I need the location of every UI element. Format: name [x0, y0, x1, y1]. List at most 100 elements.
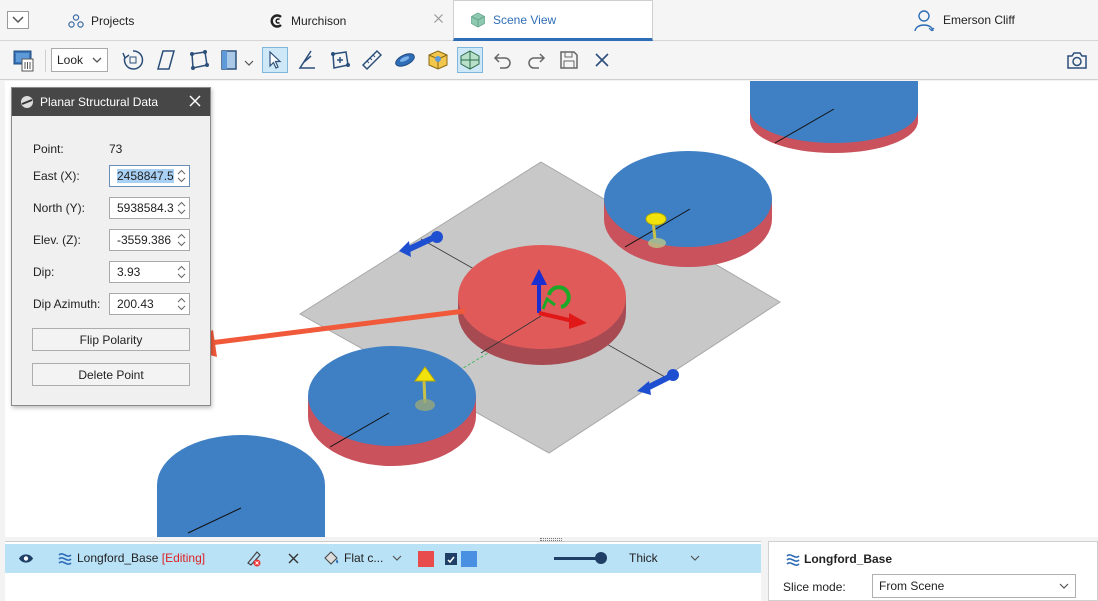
color-swatch-red[interactable]	[418, 551, 434, 567]
line-thickness-value: Thick	[629, 551, 658, 565]
close-icon[interactable]	[188, 94, 202, 108]
delete-point-button[interactable]: Delete Point	[32, 363, 190, 386]
elev-field[interactable]: -3559.386	[109, 229, 190, 251]
object-row[interactable]: Longford_Base [Editing] Flat c... Thick	[5, 544, 761, 573]
redo-icon	[528, 53, 546, 69]
look-dropdown-value: Look	[57, 53, 84, 67]
structural-disc[interactable]	[157, 435, 325, 537]
tab-list-dropdown-button[interactable]	[7, 11, 29, 29]
box-icon	[428, 50, 448, 70]
redo-button[interactable]	[523, 47, 549, 73]
editing-badge: [Editing]	[161, 551, 206, 565]
paint-bucket-icon	[324, 551, 339, 565]
tab-scene-view-label: Scene View	[493, 12, 557, 27]
toolbar-separator	[45, 50, 46, 72]
chevron-down-icon	[1059, 583, 1069, 589]
shown-objects-panel: Longford_Base [Editing] Flat c... Thick	[5, 541, 761, 601]
point-label: Point:	[33, 142, 64, 156]
structural-disc[interactable]	[750, 81, 918, 153]
draw-angle-button[interactable]	[294, 47, 320, 73]
rotate-view-button[interactable]	[120, 47, 146, 73]
flip-polarity-button[interactable]: Flip Polarity	[32, 328, 190, 351]
toolbar: Look	[0, 42, 1098, 80]
use-backside-checkbox[interactable]	[445, 553, 457, 565]
tab-murchison-label: Murchison	[291, 13, 347, 28]
east-field[interactable]: 2458847.5	[109, 165, 190, 187]
polyline-icon	[190, 50, 209, 70]
shading-dropdown[interactable]: Flat c...	[344, 551, 383, 565]
slice-icon	[221, 50, 237, 70]
draw-plane-button[interactable]	[153, 47, 179, 73]
undo-button[interactable]	[490, 47, 516, 73]
chevron-down-icon	[244, 60, 254, 66]
spinner-icon[interactable]	[177, 264, 186, 280]
box-button[interactable]	[425, 47, 451, 73]
measure-button[interactable]	[359, 47, 385, 73]
object-name-text: Longford_Base	[77, 551, 159, 565]
selected-structural-disc[interactable]	[458, 245, 626, 365]
opacity-slider-handle[interactable]	[595, 552, 607, 564]
dip-field[interactable]: 3.93	[109, 261, 190, 283]
polyline-button[interactable]	[186, 47, 212, 73]
elev-value: -3559.386	[117, 233, 172, 247]
save-button[interactable]	[556, 47, 582, 73]
edit-nodes-icon	[331, 51, 350, 69]
ellipsoid-icon	[395, 53, 415, 67]
clear-scene-button[interactable]	[11, 47, 37, 73]
structural-data-button[interactable]	[457, 47, 483, 73]
murchison-logo-icon	[270, 13, 284, 28]
look-dropdown[interactable]: Look	[51, 48, 108, 72]
spinner-icon[interactable]	[177, 168, 186, 184]
tab-projects[interactable]: Projects	[68, 0, 134, 41]
object-name: Longford_Base [Editing]	[77, 551, 205, 565]
dip-azimuth-field[interactable]: 200.43	[109, 293, 190, 315]
structural-data-icon	[460, 50, 480, 70]
slice-dropdown-arrow[interactable]	[244, 57, 254, 71]
chevron-down-icon	[12, 16, 24, 24]
structural-data-icon	[21, 96, 33, 108]
plane-icon	[157, 50, 175, 70]
slice-button[interactable]	[218, 47, 244, 73]
angle-icon	[298, 50, 315, 69]
surface-icon	[58, 553, 72, 565]
cancel-edit-button[interactable]	[589, 47, 615, 73]
close-tab-murchison-icon[interactable]	[433, 13, 444, 27]
dip-value: 3.93	[117, 265, 141, 279]
tab-murchison[interactable]: Murchison	[270, 0, 346, 41]
close-icon[interactable]	[287, 552, 300, 565]
chevron-down-icon	[92, 57, 102, 63]
screenshot-button[interactable]	[1064, 47, 1090, 73]
north-label: North (Y):	[33, 201, 86, 215]
planar-structural-data-dialog: Planar Structural Data Point: 73 East (X…	[11, 87, 211, 406]
color-swatch-blue[interactable]	[461, 551, 477, 567]
spinner-icon[interactable]	[177, 200, 186, 216]
ruler-icon	[361, 49, 383, 71]
scene-cube-icon	[470, 12, 486, 28]
east-value: 2458847.5	[117, 169, 174, 183]
slice-mode-dropdown[interactable]: From Scene	[872, 574, 1076, 598]
clear-edits-icon[interactable]	[245, 549, 263, 567]
save-icon	[560, 51, 578, 69]
chevron-down-icon[interactable]	[392, 555, 402, 563]
undo-icon	[493, 53, 511, 69]
user-menu[interactable]: Emerson Cliff	[914, 0, 1015, 41]
projects-icon	[68, 13, 84, 28]
elev-label: Elev. (Z):	[33, 233, 81, 247]
select-button[interactable]	[262, 47, 288, 73]
structural-disc[interactable]	[308, 346, 476, 466]
tab-scene-view[interactable]: Scene View	[453, 0, 653, 41]
edit-nodes-button[interactable]	[327, 47, 353, 73]
spinner-icon[interactable]	[177, 296, 186, 312]
spinner-icon[interactable]	[177, 232, 186, 248]
east-label: East (X):	[33, 169, 80, 183]
dip-label: Dip:	[33, 265, 55, 279]
line-thickness-dropdown[interactable]: Thick	[629, 551, 658, 565]
user-name: Emerson Cliff	[943, 12, 1015, 27]
dialog-title-bar[interactable]: Planar Structural Data	[12, 88, 210, 116]
eye-icon[interactable]	[18, 553, 34, 564]
north-field[interactable]: 5938584.3	[109, 197, 190, 219]
camera-icon	[1067, 52, 1087, 69]
structural-disc[interactable]	[604, 151, 772, 267]
chevron-down-icon[interactable]	[690, 555, 700, 563]
ellipsoid-button[interactable]	[392, 47, 418, 73]
